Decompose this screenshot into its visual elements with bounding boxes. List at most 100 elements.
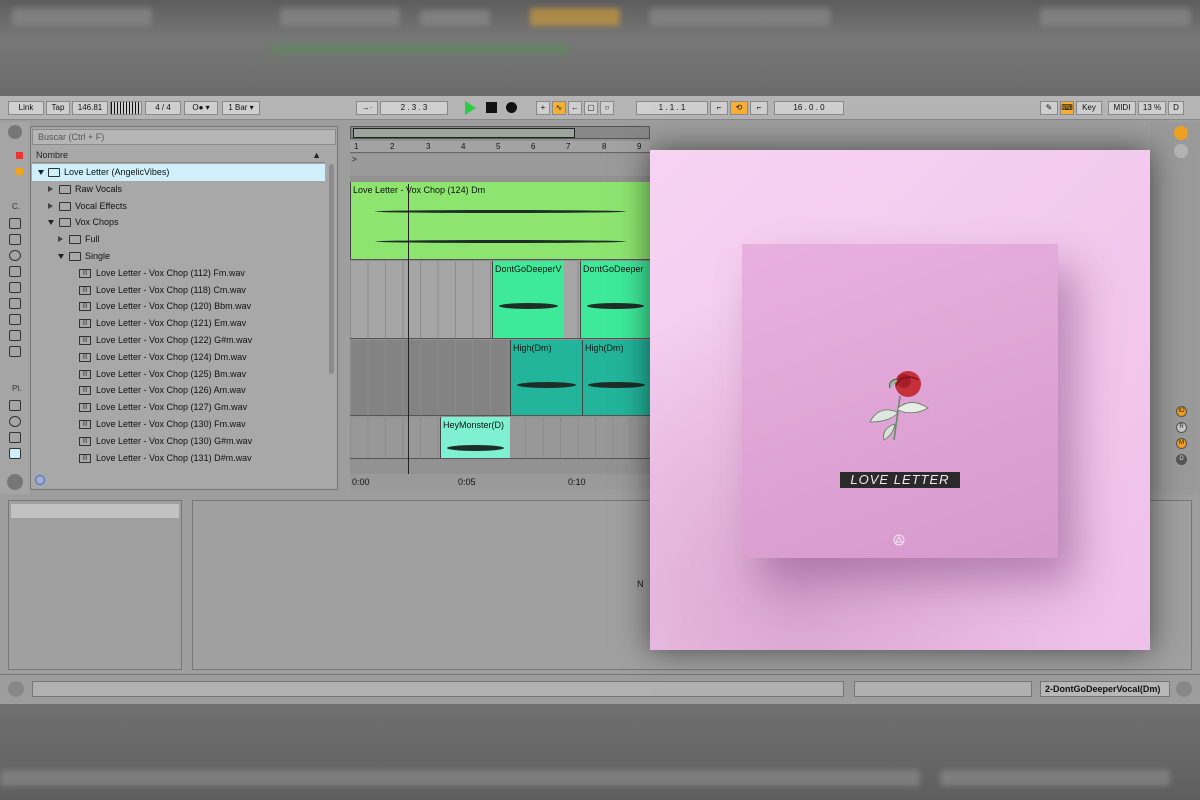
browser-toggle-icon[interactable] bbox=[8, 125, 22, 139]
bar-number: 5 bbox=[496, 142, 501, 151]
expand-icon[interactable] bbox=[48, 202, 53, 209]
tree-file[interactable]: ||| Love Letter - Vox Chop (127) Gm.wav bbox=[32, 399, 325, 416]
current-project-icon[interactable] bbox=[9, 432, 21, 443]
tempo-field[interactable]: 146.81 bbox=[72, 101, 108, 115]
quantize-select[interactable]: 1 Bar ▾ bbox=[222, 101, 260, 115]
tree-file[interactable]: ||| Love Letter - Vox Chop (126) Am.wav bbox=[32, 382, 325, 399]
info-toggle-icon[interactable] bbox=[8, 681, 24, 697]
search-input[interactable]: Buscar (Ctrl + F) bbox=[32, 129, 336, 145]
tree-file[interactable]: ||| Love Letter - Vox Chop (125) Bm.wav bbox=[32, 366, 325, 383]
mixer-toggle-icon[interactable] bbox=[1174, 144, 1188, 158]
arrangement-overview[interactable] bbox=[350, 126, 650, 139]
playhead[interactable] bbox=[408, 184, 409, 474]
tree-folder-single[interactable]: Single bbox=[32, 248, 325, 265]
follow-icon[interactable]: →· bbox=[356, 101, 378, 115]
loop-start-field[interactable]: 1 . 1 . 1 bbox=[636, 101, 708, 115]
column-header-name[interactable]: Nombre ▲ bbox=[32, 148, 325, 163]
d-button[interactable]: D bbox=[1168, 101, 1184, 115]
user-library-icon[interactable] bbox=[9, 416, 21, 427]
instruments-icon[interactable] bbox=[9, 250, 21, 261]
session-record-icon[interactable]: ○ bbox=[600, 101, 614, 115]
plugins-icon[interactable] bbox=[9, 314, 21, 325]
clip-title: Love Letter - Vox Chop (124) Dm bbox=[353, 185, 486, 195]
arrangement-position-field[interactable]: 2 . 3 . 3 bbox=[380, 101, 448, 115]
blurred-shape bbox=[12, 8, 152, 26]
loop-brace-area[interactable]: > bbox=[350, 154, 650, 176]
tree-file[interactable]: ||| Love Letter - Vox Chop (122) G#m.wav bbox=[32, 332, 325, 349]
return-button[interactable]: R bbox=[1176, 422, 1187, 433]
metronome-toggle-icon[interactable]: O● ▾ bbox=[184, 101, 218, 115]
loop-length-field[interactable]: 16 . 0 . 0 bbox=[774, 101, 844, 115]
tree-label: Love Letter - Vox Chop (126) Am.wav bbox=[96, 385, 246, 396]
tree-file[interactable]: ||| Love Letter - Vox Chop (130) Fm.wav bbox=[32, 416, 325, 433]
loop-switch-icon[interactable]: ⟲ bbox=[730, 101, 748, 115]
expand-icon[interactable] bbox=[58, 236, 63, 243]
clip-high-2[interactable]: High(Dm) bbox=[582, 340, 650, 415]
overdub-icon[interactable]: + bbox=[536, 101, 550, 115]
clip-high-1[interactable]: High(Dm) bbox=[510, 340, 582, 415]
back-to-arrangement-icon[interactable]: ← bbox=[568, 101, 582, 115]
tree-folder-raw-vocals[interactable]: Raw Vocals bbox=[32, 181, 325, 198]
tree-folder-vocal-effects[interactable]: Vocal Effects bbox=[32, 198, 325, 215]
preview-toggle-icon[interactable] bbox=[35, 475, 45, 485]
time-ruler[interactable]: 0:00 0:05 0:10 bbox=[350, 474, 650, 490]
io-button[interactable]: IO bbox=[1176, 406, 1187, 417]
sort-arrow-icon[interactable]: ▲ bbox=[312, 148, 321, 163]
drums-icon[interactable] bbox=[9, 234, 21, 245]
tree-file[interactable]: ||| Love Letter - Vox Chop (118) Cm.wav bbox=[32, 282, 325, 299]
sounds-icon[interactable] bbox=[9, 218, 21, 229]
beat-ruler[interactable]: 1 2 3 4 5 6 7 8 9 bbox=[350, 141, 650, 153]
collapse-icon[interactable] bbox=[38, 170, 44, 175]
orange-tag-icon[interactable] bbox=[16, 168, 23, 175]
play-marker-icon[interactable]: > bbox=[352, 155, 357, 164]
audio-effects-icon[interactable] bbox=[9, 266, 21, 277]
delay-button[interactable]: D bbox=[1176, 454, 1187, 465]
clip-dont-go-deeper-1[interactable]: DontGoDeeperV bbox=[492, 261, 564, 338]
red-tag-icon[interactable] bbox=[16, 152, 23, 159]
tree-file[interactable]: ||| Love Letter - Vox Chop (131) D#m.wav bbox=[32, 450, 325, 467]
play-icon[interactable] bbox=[465, 101, 476, 115]
punch-in-icon[interactable]: ⌐ bbox=[710, 101, 728, 115]
clips-icon[interactable] bbox=[9, 330, 21, 341]
collapse-icon[interactable] bbox=[48, 220, 54, 226]
midi-effects-icon[interactable] bbox=[9, 282, 21, 293]
tree-folder-vox-chops[interactable]: Vox Chops bbox=[32, 214, 325, 231]
overview-selection[interactable] bbox=[353, 128, 575, 138]
tree-file[interactable]: ||| Love Letter - Vox Chop (124) Dm.wav bbox=[32, 349, 325, 366]
automation-arm-icon[interactable]: ∿ bbox=[552, 101, 566, 115]
browser-scrollbar[interactable] bbox=[329, 164, 334, 374]
overview-toggle-icon[interactable] bbox=[1174, 126, 1188, 140]
capture-icon[interactable]: ▢ bbox=[584, 101, 598, 115]
tap-button[interactable]: Tap bbox=[46, 101, 70, 115]
groove-pool-icon[interactable] bbox=[7, 474, 23, 490]
detail-toggle-icon[interactable] bbox=[1176, 681, 1192, 697]
expand-icon[interactable] bbox=[48, 185, 53, 192]
mixer-button[interactable]: M bbox=[1176, 438, 1187, 449]
metronome-icon[interactable] bbox=[110, 101, 142, 115]
clip-dont-go-deeper-2[interactable]: DontGoDeeper bbox=[580, 261, 650, 338]
punch-out-icon[interactable]: ⌐ bbox=[750, 101, 768, 115]
packs-icon[interactable] bbox=[9, 400, 21, 411]
midi-map-button[interactable]: MIDI bbox=[1108, 101, 1136, 115]
time-label: 0:10 bbox=[568, 477, 586, 487]
tree-folder-full[interactable]: Full bbox=[32, 231, 325, 248]
tree-file[interactable]: ||| Love Letter - Vox Chop (121) Em.wav bbox=[32, 315, 325, 332]
clip-hey-monster[interactable]: HeyMonster(D) bbox=[440, 417, 510, 458]
tree-file[interactable]: ||| Love Letter - Vox Chop (120) Bbm.wav bbox=[32, 298, 325, 315]
tree-file[interactable]: ||| Love Letter - Vox Chop (130) G#m.wav bbox=[32, 433, 325, 450]
computer-keyboard-icon[interactable]: ⌨ bbox=[1060, 101, 1074, 115]
stop-icon[interactable] bbox=[486, 102, 497, 113]
clip-detail-header[interactable] bbox=[11, 504, 179, 518]
clip-love-letter[interactable]: Love Letter - Vox Chop (124) Dm bbox=[350, 182, 650, 259]
key-map-button[interactable]: Key bbox=[1076, 101, 1102, 115]
tree-file[interactable]: ||| Love Letter - Vox Chop (112) Fm.wav bbox=[32, 265, 325, 282]
folder-icon[interactable] bbox=[9, 448, 21, 459]
collapse-icon[interactable] bbox=[58, 253, 64, 259]
samples-icon[interactable] bbox=[9, 346, 21, 357]
tree-folder-root[interactable]: Love Letter (AngelicVibes) bbox=[32, 164, 325, 181]
draw-mode-icon[interactable]: ✎ bbox=[1040, 101, 1058, 115]
link-button[interactable]: Link bbox=[8, 101, 44, 115]
time-signature-field[interactable]: 4 / 4 bbox=[145, 101, 181, 115]
max-for-live-icon[interactable] bbox=[9, 298, 21, 309]
record-icon[interactable] bbox=[506, 102, 517, 113]
